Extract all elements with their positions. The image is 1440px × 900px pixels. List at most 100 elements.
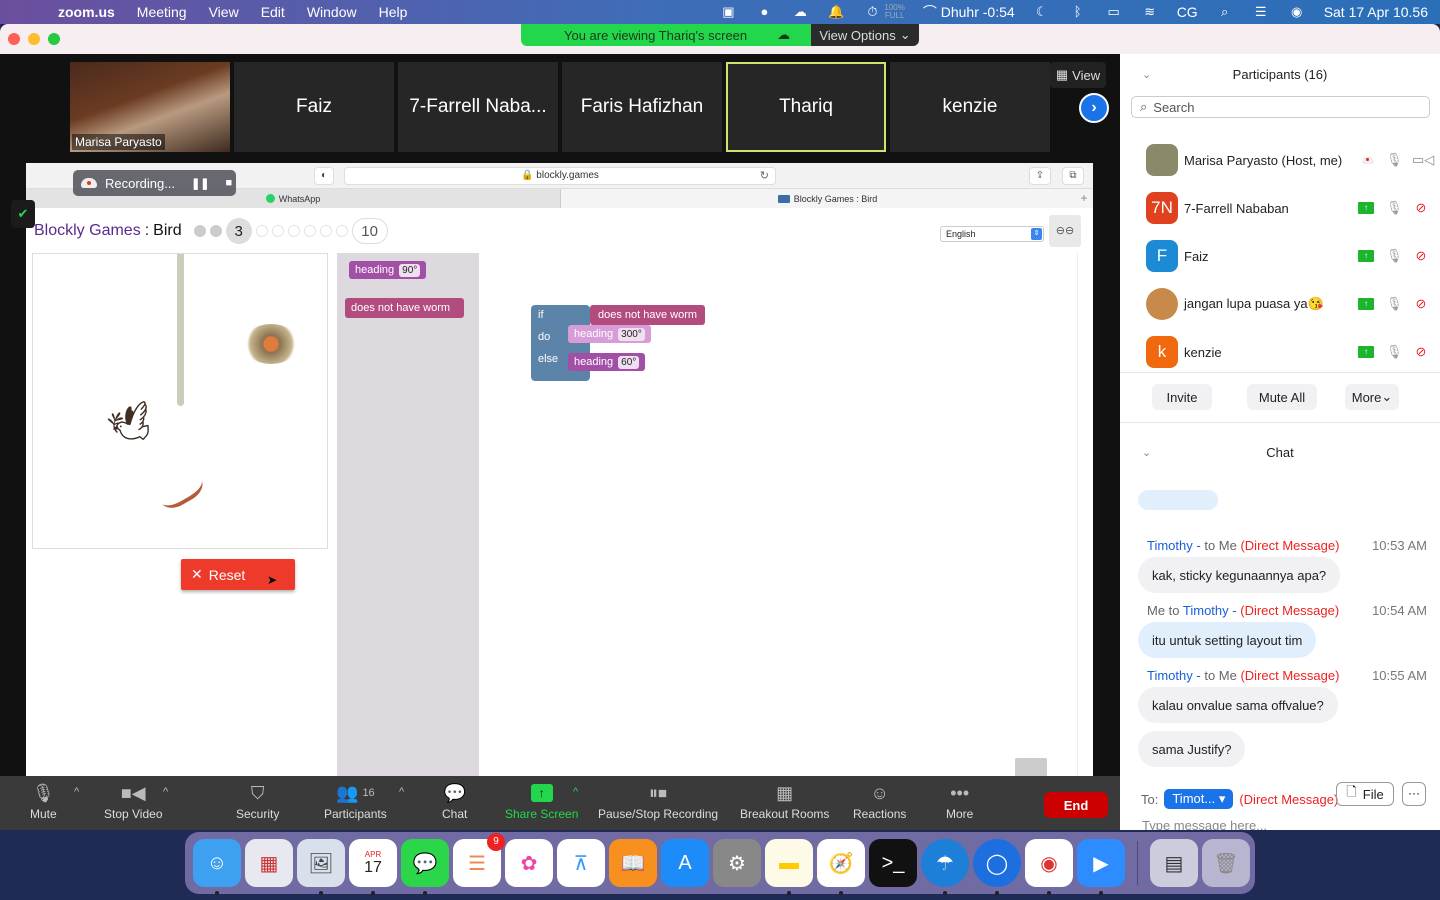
dock-finder[interactable]: ☺ [193, 839, 241, 895]
dock-launchpad[interactable]: ▦ [245, 839, 293, 887]
participant-row[interactable]: F Faiz ↑ 🎙 ⊘ [1120, 232, 1440, 280]
prayer-time[interactable]: ⌒ Dhuhr -0:54 [923, 2, 1015, 22]
stop-recording-button[interactable]: ■ [226, 177, 233, 189]
minimize-window-button[interactable] [28, 33, 40, 45]
menu-meeting[interactable]: Meeting [137, 4, 187, 20]
level-last[interactable]: 10 [351, 218, 388, 244]
tab-blockly[interactable]: Blockly Games : Bird [560, 189, 1093, 208]
video-off-icon[interactable]: ⊘ [1412, 296, 1430, 312]
microphone-icon[interactable]: 🎙 [1386, 296, 1403, 312]
blockly-games-link[interactable]: Blockly Games [34, 222, 141, 240]
level-8[interactable] [319, 225, 332, 237]
condition-block[interactable]: does not have worm [590, 305, 705, 325]
input-source[interactable]: CG [1177, 4, 1198, 20]
recipient-dropdown[interactable]: Timot... ▾ [1164, 789, 1234, 809]
stop-video-button[interactable]: ■◀ Stop Video [104, 782, 163, 822]
zoom-status-icon[interactable]: ▣ [719, 4, 737, 20]
thumbnail-marisa[interactable]: Marisa Paryasto [70, 62, 230, 152]
video-off-icon[interactable]: ⊘ [1412, 248, 1430, 264]
thumbnail-farrell[interactable]: 7-Farrell Naba... [398, 62, 558, 152]
pause-recording-button[interactable]: ❚❚ [191, 177, 209, 190]
block-value[interactable]: 90° [399, 263, 421, 277]
collapse-chevron-icon[interactable]: ⌄ [1142, 68, 1151, 81]
pause-stop-recording-button[interactable]: ⏸⏹ Pause/Stop Recording [598, 782, 718, 822]
dock-safari[interactable]: 🧭 [817, 839, 865, 895]
battery-widget[interactable]: ⏱ 100% FULL [863, 4, 905, 20]
dock-keynote[interactable]: ⊼ [557, 839, 605, 887]
microphone-icon[interactable]: 🎙 [1386, 344, 1403, 360]
menu-window[interactable]: Window [307, 4, 357, 20]
dock-system-preferences[interactable]: ⚙ [713, 839, 761, 887]
reset-button[interactable]: ✕ Reset [181, 559, 295, 590]
close-window-button[interactable] [8, 33, 20, 45]
microphone-icon[interactable]: 🎙 [1386, 152, 1403, 168]
video-camera-icon[interactable]: ▭◁ [1412, 152, 1434, 168]
next-page-button[interactable]: › [1079, 93, 1109, 123]
audio-options-caret[interactable]: ^ [74, 786, 79, 798]
reactions-button[interactable]: ☺ Reactions [853, 782, 906, 822]
participant-search-input[interactable]: ⌕ Search [1131, 96, 1430, 118]
participant-row[interactable]: 7N 7-Farrell Nababan ↑ 🎙 ⊘ [1120, 184, 1440, 232]
level-9[interactable] [335, 225, 348, 237]
trash-icon[interactable] [1015, 758, 1047, 776]
do-heading-block[interactable]: heading 300° [568, 325, 651, 343]
participant-row[interactable]: jangan lupa puasa ya😘 ↑ 🎙 ⊘ [1120, 280, 1440, 328]
battery-icon[interactable]: ▭ [1105, 4, 1123, 20]
menu-help[interactable]: Help [379, 4, 408, 20]
notification-bell-icon[interactable]: 🔔 [827, 4, 845, 20]
tab-overview-icon[interactable]: ⧉ [1062, 167, 1084, 185]
clock[interactable]: Sat 17 Apr 10.56 [1324, 4, 1428, 20]
share-icon[interactable]: ⇪ [1029, 167, 1051, 185]
microphone-icon[interactable]: 🎙 [1386, 248, 1403, 264]
microphone-icon[interactable]: 🎙 [1386, 200, 1403, 216]
dock-app-store[interactable]: A [661, 839, 709, 887]
level-7[interactable] [303, 225, 316, 237]
view-layout-button[interactable]: ▦ View [1050, 62, 1106, 88]
reload-icon[interactable]: ↻ [760, 168, 769, 184]
view-options-button[interactable]: View Options ⌄ [811, 24, 919, 46]
menu-view[interactable]: View [209, 4, 239, 20]
dock-preview[interactable]: 🖼 [297, 839, 345, 895]
new-tab-button[interactable]: + [1075, 189, 1093, 208]
dock-calendar[interactable]: APR 17 [349, 839, 397, 895]
wifi-icon[interactable]: ≋ [1141, 4, 1159, 20]
mute-button[interactable]: 🎙 Mute [30, 782, 57, 822]
blockly-workspace[interactable]: if do else does not have worm heading 30… [479, 253, 1078, 776]
block-value[interactable]: 60° [618, 355, 640, 369]
link-button[interactable]: ⊖⊖ [1049, 215, 1081, 247]
mute-all-button[interactable]: Mute All [1247, 384, 1317, 410]
fullscreen-window-button[interactable] [48, 33, 60, 45]
cloud-status-icon[interactable]: ☁ [791, 4, 809, 20]
dock-books[interactable]: 📖 [609, 839, 657, 887]
dock-terminal[interactable]: >_ [869, 839, 917, 887]
sender-name[interactable]: Timothy - [1147, 538, 1201, 553]
invite-button[interactable]: Invite [1152, 384, 1212, 410]
video-off-icon[interactable]: ⊘ [1412, 200, 1430, 216]
language-select[interactable]: English ⇕ [940, 226, 1044, 242]
thumbnail-thariq[interactable]: Thariq [726, 62, 886, 152]
menu-edit[interactable]: Edit [261, 4, 285, 20]
dock-messages[interactable]: 💬 [401, 839, 449, 895]
chat-button[interactable]: 💬 Chat [442, 782, 467, 822]
toolbox-condition-block[interactable]: does not have worm [345, 298, 464, 318]
end-meeting-button[interactable]: End [1044, 792, 1108, 818]
video-off-icon[interactable]: ⊘ [1412, 344, 1430, 360]
dock-zoom[interactable]: ▶ [1077, 839, 1125, 895]
address-bar[interactable]: 🔒 blockly.games ↻ [344, 167, 776, 185]
level-5[interactable] [271, 225, 284, 237]
control-center-icon[interactable]: ☰ [1252, 4, 1270, 20]
chat-message-input[interactable]: Type message here... [1142, 818, 1267, 830]
chat-more-button[interactable]: ··· [1402, 782, 1426, 806]
level-1[interactable] [193, 225, 206, 237]
dock-trash[interactable]: 🗑 [1202, 839, 1250, 887]
chat-bubble-status-icon[interactable]: ● [755, 4, 773, 20]
share-screen-button[interactable]: ↑ Share Screen [505, 782, 578, 821]
dock-photos[interactable]: ✿ [505, 839, 553, 887]
level-4[interactable] [255, 225, 268, 237]
video-options-caret[interactable]: ^ [163, 786, 168, 798]
participant-row[interactable]: k kenzie ↑ 🎙 ⊘ [1120, 328, 1440, 372]
file-button[interactable]: 🗋 File [1336, 782, 1394, 806]
dock-chrome[interactable]: ◉ [1025, 839, 1073, 895]
participant-row[interactable]: Marisa Paryasto (Host, me) 🎙 ▭◁ [1120, 136, 1440, 184]
dock-tunnelblick[interactable]: ☂ [921, 839, 969, 895]
